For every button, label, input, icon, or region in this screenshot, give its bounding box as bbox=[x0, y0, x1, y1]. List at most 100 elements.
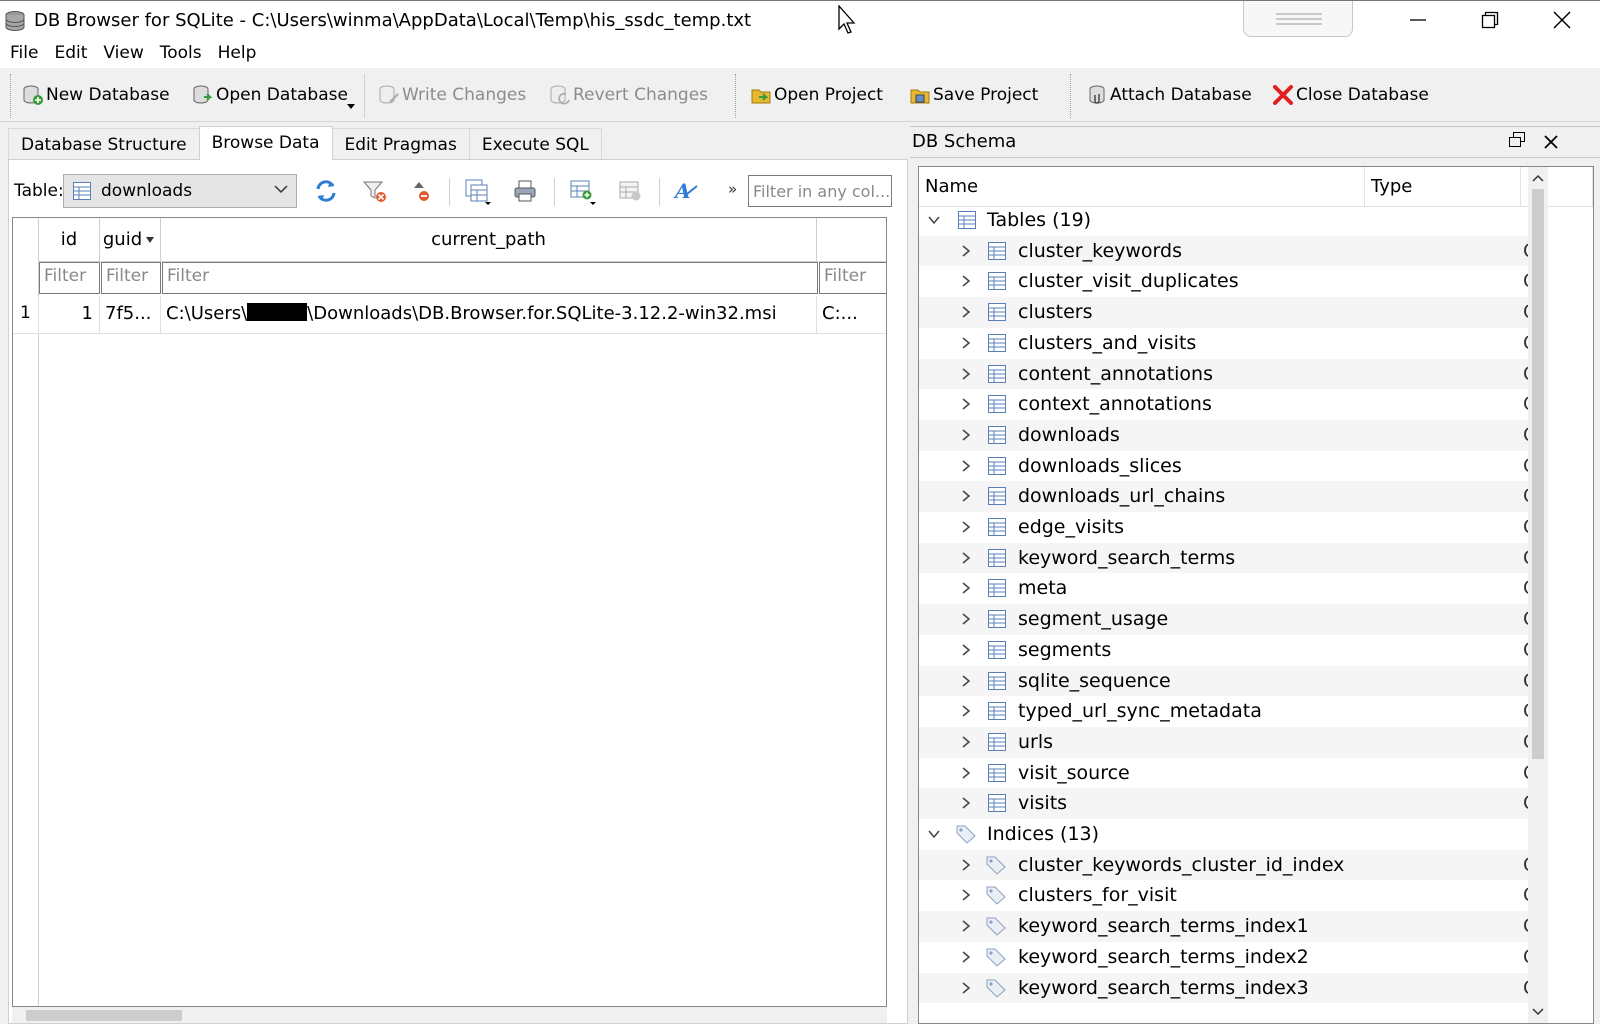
expand-chevron-icon[interactable] bbox=[959, 796, 973, 810]
menu-edit[interactable]: Edit bbox=[46, 40, 95, 68]
close-database-button[interactable]: Close Database bbox=[1272, 80, 1429, 110]
collapse-chevron-icon[interactable] bbox=[927, 213, 941, 227]
expand-chevron-icon[interactable] bbox=[959, 551, 973, 565]
expand-chevron-icon[interactable] bbox=[959, 766, 973, 780]
menu-view[interactable]: View bbox=[95, 40, 151, 68]
tree-table-downloads[interactable]: downloadsC bbox=[919, 419, 1536, 451]
expand-chevron-icon[interactable] bbox=[959, 674, 973, 688]
save-project-button[interactable]: Save Project bbox=[909, 80, 1038, 110]
global-filter-input[interactable]: Filter in any col... bbox=[748, 175, 892, 207]
tree-table-visit_source[interactable]: visit_sourceC bbox=[919, 758, 1536, 789]
expand-chevron-icon[interactable] bbox=[959, 459, 973, 473]
cell-current-path[interactable]: C:\Users\ \Downloads\DB.Browser.for.SQLit… bbox=[161, 296, 817, 334]
cell-id[interactable]: 1 bbox=[39, 296, 100, 334]
cell-guid[interactable]: 7f5... bbox=[100, 296, 161, 334]
table-select[interactable]: downloads bbox=[63, 174, 297, 208]
tree-table-downloads_url_chains[interactable]: downloads_url_chainsC bbox=[919, 481, 1536, 512]
copy-create-button[interactable] bbox=[462, 176, 492, 206]
open-database-button[interactable]: Open Database bbox=[192, 80, 348, 110]
tree-table-context_annotations[interactable]: context_annotationsC bbox=[919, 389, 1536, 420]
expand-chevron-icon[interactable] bbox=[959, 274, 973, 288]
close-dock-icon[interactable] bbox=[1542, 133, 1560, 151]
schema-column-type[interactable]: Type bbox=[1365, 167, 1521, 207]
expand-chevron-icon[interactable] bbox=[959, 888, 973, 902]
set-encoding-button[interactable]: A bbox=[672, 176, 702, 206]
delete-record-button[interactable] bbox=[615, 176, 645, 206]
tree-group-indices[interactable]: Indices (13) bbox=[919, 819, 1531, 850]
clear-filters-button[interactable] bbox=[360, 176, 390, 206]
tree-table-urls[interactable]: urlsC bbox=[919, 726, 1536, 758]
tree-index-keyword_search_terms_index1[interactable]: keyword_search_terms_index1C bbox=[919, 911, 1536, 942]
expand-chevron-icon[interactable] bbox=[959, 244, 973, 258]
expand-chevron-icon[interactable] bbox=[959, 428, 973, 442]
tree-table-meta[interactable]: metaC bbox=[919, 573, 1536, 604]
expand-chevron-icon[interactable] bbox=[959, 950, 973, 964]
menu-file[interactable]: File bbox=[2, 40, 46, 68]
menu-help[interactable]: Help bbox=[210, 40, 265, 68]
tree-table-clusters_and_visits[interactable]: clusters_and_visitsC bbox=[919, 328, 1536, 359]
column-header-current-path[interactable]: current_path bbox=[161, 218, 817, 262]
open-database-dropdown-arrow[interactable] bbox=[347, 104, 355, 109]
expand-chevron-icon[interactable] bbox=[959, 336, 973, 350]
collapse-chevron-icon[interactable] bbox=[927, 827, 941, 841]
tree-table-cluster_visit_duplicates[interactable]: cluster_visit_duplicatesC bbox=[919, 266, 1536, 297]
tab-execute-sql[interactable]: Execute SQL bbox=[468, 128, 602, 160]
filter-id[interactable]: Filter bbox=[39, 262, 100, 294]
minimize-button[interactable] bbox=[1383, 1, 1453, 39]
tree-table-keyword_search_terms[interactable]: keyword_search_termsC bbox=[919, 542, 1536, 574]
tree-table-content_annotations[interactable]: content_annotationsC bbox=[919, 358, 1536, 390]
expand-chevron-icon[interactable] bbox=[959, 704, 973, 718]
tree-table-segments[interactable]: segmentsC bbox=[919, 635, 1536, 666]
row-number[interactable]: 1 bbox=[13, 296, 39, 334]
tree-index-keyword_search_terms_index2[interactable]: keyword_search_terms_index2C bbox=[919, 942, 1536, 973]
open-project-button[interactable]: Open Project bbox=[750, 80, 883, 110]
tree-table-segment_usage[interactable]: segment_usageC bbox=[919, 604, 1536, 635]
write-changes-button[interactable]: Write Changes bbox=[378, 80, 526, 110]
tab-database-structure[interactable]: Database Structure bbox=[8, 128, 200, 160]
expand-chevron-icon[interactable] bbox=[959, 305, 973, 319]
horizontal-scrollbar-thumb[interactable] bbox=[26, 1010, 182, 1021]
expand-chevron-icon[interactable] bbox=[959, 919, 973, 933]
tree-group-tables[interactable]: Tables (19) bbox=[919, 205, 1531, 236]
expand-chevron-icon[interactable] bbox=[959, 367, 973, 381]
column-header-guid[interactable]: guid bbox=[100, 218, 161, 262]
schema-vertical-scrollbar[interactable] bbox=[1528, 167, 1548, 1023]
expand-chevron-icon[interactable] bbox=[959, 520, 973, 534]
expand-chevron-icon[interactable] bbox=[959, 858, 973, 872]
expand-chevron-icon[interactable] bbox=[959, 581, 973, 595]
tree-table-visits[interactable]: visitsC bbox=[919, 788, 1536, 819]
schema-scrollbar-thumb[interactable] bbox=[1532, 189, 1544, 759]
expand-chevron-icon[interactable] bbox=[959, 643, 973, 657]
attach-database-button[interactable]: Attach Database bbox=[1086, 80, 1252, 110]
insert-record-button[interactable] bbox=[567, 176, 597, 206]
float-dock-icon[interactable] bbox=[1508, 131, 1526, 149]
tree-table-downloads_slices[interactable]: downloads_slicesC bbox=[919, 451, 1536, 482]
window-tab-handle[interactable] bbox=[1243, 1, 1353, 37]
refresh-button[interactable] bbox=[311, 176, 341, 206]
scroll-down-icon[interactable] bbox=[1528, 1001, 1548, 1021]
sort-button[interactable] bbox=[409, 176, 439, 206]
column-header-next[interactable] bbox=[817, 218, 886, 262]
filter-guid[interactable]: Filter bbox=[101, 262, 161, 294]
tree-table-typed_url_sync_metadata[interactable]: typed_url_sync_metadataC bbox=[919, 696, 1536, 727]
horizontal-scrollbar[interactable] bbox=[12, 1007, 887, 1023]
tree-table-edge_visits[interactable]: edge_visitsC bbox=[919, 512, 1536, 543]
scroll-up-icon[interactable] bbox=[1528, 169, 1548, 189]
tree-index-cluster_keywords_cluster_id_index[interactable]: cluster_keywords_cluster_id_indexC bbox=[919, 849, 1536, 881]
expand-chevron-icon[interactable] bbox=[959, 397, 973, 411]
menu-tools[interactable]: Tools bbox=[152, 40, 210, 68]
expand-chevron-icon[interactable] bbox=[959, 612, 973, 626]
cell-next[interactable]: C:... bbox=[817, 296, 886, 334]
filter-current-path[interactable]: Filter bbox=[162, 262, 818, 294]
expand-chevron-icon[interactable] bbox=[959, 735, 973, 749]
revert-changes-button[interactable]: Revert Changes bbox=[549, 80, 708, 110]
tree-index-keyword_search_terms_index3[interactable]: keyword_search_terms_index3C bbox=[919, 972, 1536, 1004]
tree-table-cluster_keywords[interactable]: cluster_keywordsC bbox=[919, 235, 1536, 267]
new-database-button[interactable]: New Database bbox=[22, 80, 170, 110]
more-tools-button[interactable]: » bbox=[728, 180, 737, 198]
expand-chevron-icon[interactable] bbox=[959, 981, 973, 995]
schema-column-name[interactable]: Name bbox=[919, 167, 1365, 207]
expand-chevron-icon[interactable] bbox=[959, 489, 973, 503]
tree-index-clusters_for_visit[interactable]: clusters_for_visitC bbox=[919, 880, 1536, 911]
column-header-id[interactable]: id bbox=[39, 218, 100, 262]
